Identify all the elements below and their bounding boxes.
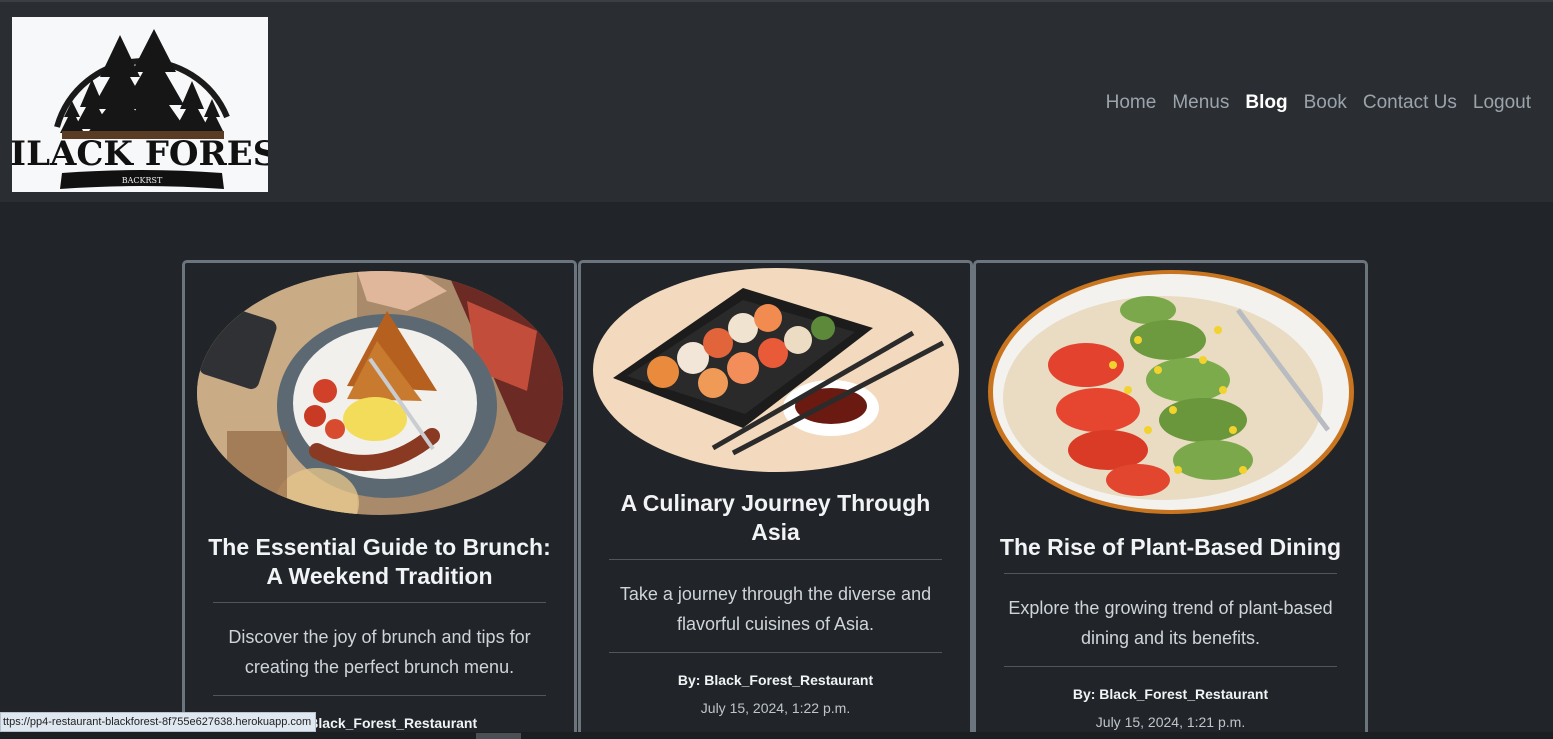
divider	[609, 652, 942, 653]
post-excerpt: Explore the growing trend of plant-based…	[1008, 598, 1333, 648]
divider	[1004, 666, 1337, 667]
logo-title: BILACK FOREST	[12, 134, 268, 174]
nav-book[interactable]: Book	[1304, 92, 1347, 114]
scrollbar-thumb[interactable]	[476, 733, 521, 739]
post-date: July 15, 2024, 1:21 p.m.	[1095, 714, 1246, 730]
post-author: By: Black_Forest_Restaurant	[1072, 686, 1269, 702]
link-status-bar: ttps://pp4-restaurant-blackforest-8f755e…	[0, 712, 317, 732]
post-title[interactable]: A Culinary Journey Through Asia	[599, 489, 952, 547]
divider	[609, 559, 942, 560]
blog-card-brunch[interactable]: The Essential Guide to Brunch: A Weekend…	[182, 260, 577, 739]
horizontal-scrollbar[interactable]	[0, 732, 1553, 739]
navbar: BILACK FOREST BACKRST Home Menus Blog Bo…	[0, 0, 1553, 202]
blog-card-asia[interactable]: A Culinary Journey Through Asia Take a j…	[578, 260, 973, 739]
post-excerpt: Discover the joy of brunch and tips for …	[228, 627, 531, 677]
logo-subtitle: BACKRST	[122, 176, 163, 185]
brunch-image	[197, 271, 563, 515]
main-nav: Home Menus Blog Book Contact Us Logout	[1106, 92, 1531, 114]
divider	[213, 602, 546, 603]
post-title[interactable]: The Rise of Plant-Based Dining	[994, 533, 1347, 562]
sushi-image	[593, 268, 959, 472]
blog-card-plant-based[interactable]: The Rise of Plant-Based Dining Explore t…	[973, 260, 1368, 739]
brand-logo[interactable]: BILACK FOREST BACKRST	[0, 17, 303, 192]
divider	[1004, 573, 1337, 574]
divider	[213, 695, 546, 696]
plant-based-image	[988, 270, 1354, 514]
post-date: July 15, 2024, 1:22 p.m.	[700, 700, 851, 716]
nav-contact-us[interactable]: Contact Us	[1363, 92, 1457, 114]
nav-blog[interactable]: Blog	[1245, 92, 1287, 114]
nav-logout[interactable]: Logout	[1473, 92, 1531, 114]
nav-menus[interactable]: Menus	[1172, 92, 1229, 114]
post-title[interactable]: The Essential Guide to Brunch: A Weekend…	[203, 533, 556, 591]
post-excerpt: Take a journey through the diverse and f…	[619, 584, 932, 634]
logo-image: BILACK FOREST BACKRST	[0, 29, 303, 189]
post-author: By: Black_Forest_Restaurant	[677, 672, 874, 688]
nav-home[interactable]: Home	[1106, 92, 1157, 114]
